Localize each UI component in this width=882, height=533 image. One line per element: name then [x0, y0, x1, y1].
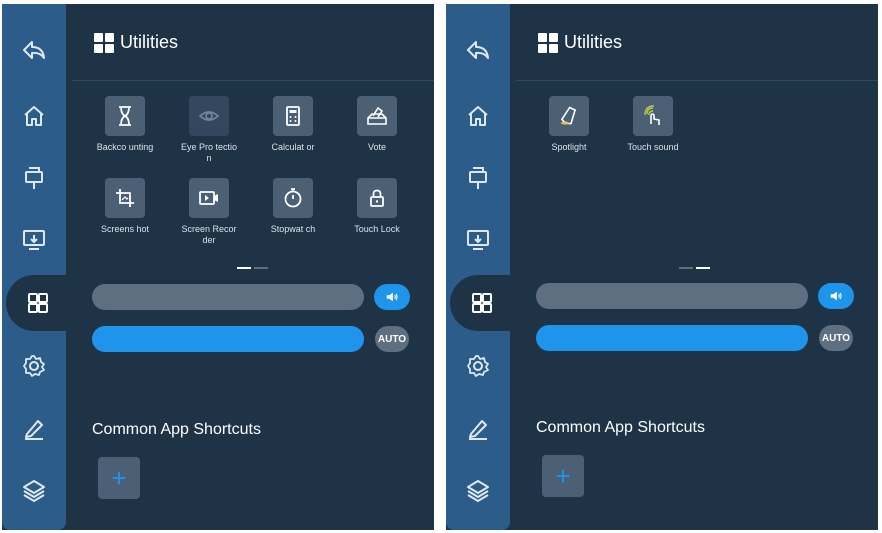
back-icon [467, 41, 489, 59]
tool-calculator[interactable]: Calculat or [263, 96, 323, 153]
stopwatch-icon [284, 188, 302, 208]
tool-label: Touch sound [627, 142, 679, 152]
panel-header: Utilities [538, 32, 622, 53]
layers-button[interactable] [456, 468, 500, 512]
shortcuts-title: Common App Shortcuts [92, 421, 261, 438]
input-source-button[interactable] [456, 156, 500, 200]
sidebar [446, 4, 514, 530]
settings-gear-icon [23, 355, 45, 377]
tool-label: Eye Pro tection [180, 142, 238, 163]
back-button[interactable] [456, 28, 500, 72]
settings-button[interactable] [456, 344, 500, 388]
page-dot-active [237, 267, 251, 269]
hourglass-icon [119, 106, 131, 126]
utilities-grid-icon [94, 32, 114, 53]
back-button[interactable] [12, 28, 56, 72]
home-icon [24, 106, 44, 126]
page-title: Utilities [564, 32, 623, 52]
volume-button[interactable] [818, 283, 854, 309]
tool-label: Calculat or [271, 142, 315, 152]
utilities-panel-page-1: Utilities Backco unting Eye Pro tection … [2, 4, 434, 530]
layers-icon [23, 480, 45, 502]
pen-icon [25, 420, 43, 440]
apps-button[interactable] [6, 275, 70, 331]
annotate-button[interactable] [12, 406, 56, 450]
eye-icon [198, 111, 220, 121]
volume-button[interactable] [374, 284, 410, 310]
header-divider [72, 80, 434, 81]
tool-countdown[interactable]: Backco unting [95, 96, 155, 153]
spotlight-icon [560, 106, 577, 125]
calculator-icon [286, 106, 300, 126]
input-source-icon [469, 167, 487, 189]
panel-header: Utilities [94, 32, 178, 53]
header-divider [516, 80, 878, 81]
screen-share-button[interactable] [456, 218, 500, 262]
add-shortcut-button[interactable]: + [98, 457, 140, 499]
brightness-slider[interactable] [536, 325, 808, 351]
lock-icon [370, 189, 384, 207]
page-dot [679, 267, 693, 269]
tool-eye-protection[interactable]: Eye Pro tection [179, 96, 239, 164]
back-icon [23, 41, 45, 59]
tool-vote[interactable]: Vote [347, 96, 407, 153]
vote-icon [367, 106, 387, 125]
auto-brightness-button[interactable]: AUTO [375, 326, 409, 352]
apps-grid-icon [472, 293, 492, 313]
tool-stopwatch[interactable]: Stopwat ch [263, 178, 323, 235]
page-indicator [237, 267, 269, 269]
layers-icon [467, 480, 489, 502]
auto-brightness-button[interactable]: AUTO [819, 325, 853, 351]
apps-button[interactable] [450, 275, 514, 331]
tool-label: Backco unting [96, 142, 154, 152]
tool-label: Spotlight [551, 142, 587, 152]
input-source-button[interactable] [12, 156, 56, 200]
tool-label: Touch Lock [354, 224, 400, 234]
tool-label: Stopwat ch [270, 224, 316, 234]
layers-button[interactable] [12, 468, 56, 512]
brightness-slider[interactable] [92, 326, 364, 352]
tool-touch-sound[interactable]: Touch sound [623, 96, 683, 153]
utilities-grid-icon [538, 32, 558, 53]
sidebar [2, 4, 70, 530]
tool-label: Screen Recorder [181, 224, 237, 245]
pen-icon [469, 420, 487, 440]
tool-label: Vote [367, 142, 387, 152]
home-button[interactable] [12, 94, 56, 138]
screen-recorder-icon [199, 191, 218, 205]
volume-slider[interactable] [92, 284, 364, 310]
page-title: Utilities [120, 32, 179, 52]
home-icon [468, 106, 488, 126]
annotate-button[interactable] [456, 406, 500, 450]
tool-screenshot[interactable]: Screens hot [95, 178, 155, 235]
settings-button[interactable] [12, 344, 56, 388]
screenshot-icon [116, 189, 134, 207]
home-button[interactable] [456, 94, 500, 138]
tool-label: Screens hot [100, 224, 150, 234]
volume-slider[interactable] [536, 283, 808, 309]
screen-share-icon [23, 230, 45, 250]
tool-screen-recorder[interactable]: Screen Recorder [179, 178, 239, 246]
input-source-icon [25, 167, 43, 189]
speaker-icon [830, 291, 842, 301]
shortcuts-title: Common App Shortcuts [536, 419, 705, 436]
screen-share-button[interactable] [12, 218, 56, 262]
utilities-panel-page-2: Utilities Spotlight Touch sound AUTO Com… [446, 4, 878, 530]
screen-share-icon [467, 230, 489, 250]
tool-spotlight[interactable]: Spotlight [539, 96, 599, 153]
settings-gear-icon [467, 355, 489, 377]
touch-sound-icon [644, 105, 660, 125]
page-indicator [679, 267, 711, 269]
tool-touch-lock[interactable]: Touch Lock [347, 178, 407, 235]
add-shortcut-button[interactable]: + [542, 455, 584, 497]
page-dot-active [696, 267, 710, 269]
speaker-icon [386, 292, 398, 302]
page-dot [254, 267, 268, 269]
apps-grid-icon [28, 293, 48, 313]
